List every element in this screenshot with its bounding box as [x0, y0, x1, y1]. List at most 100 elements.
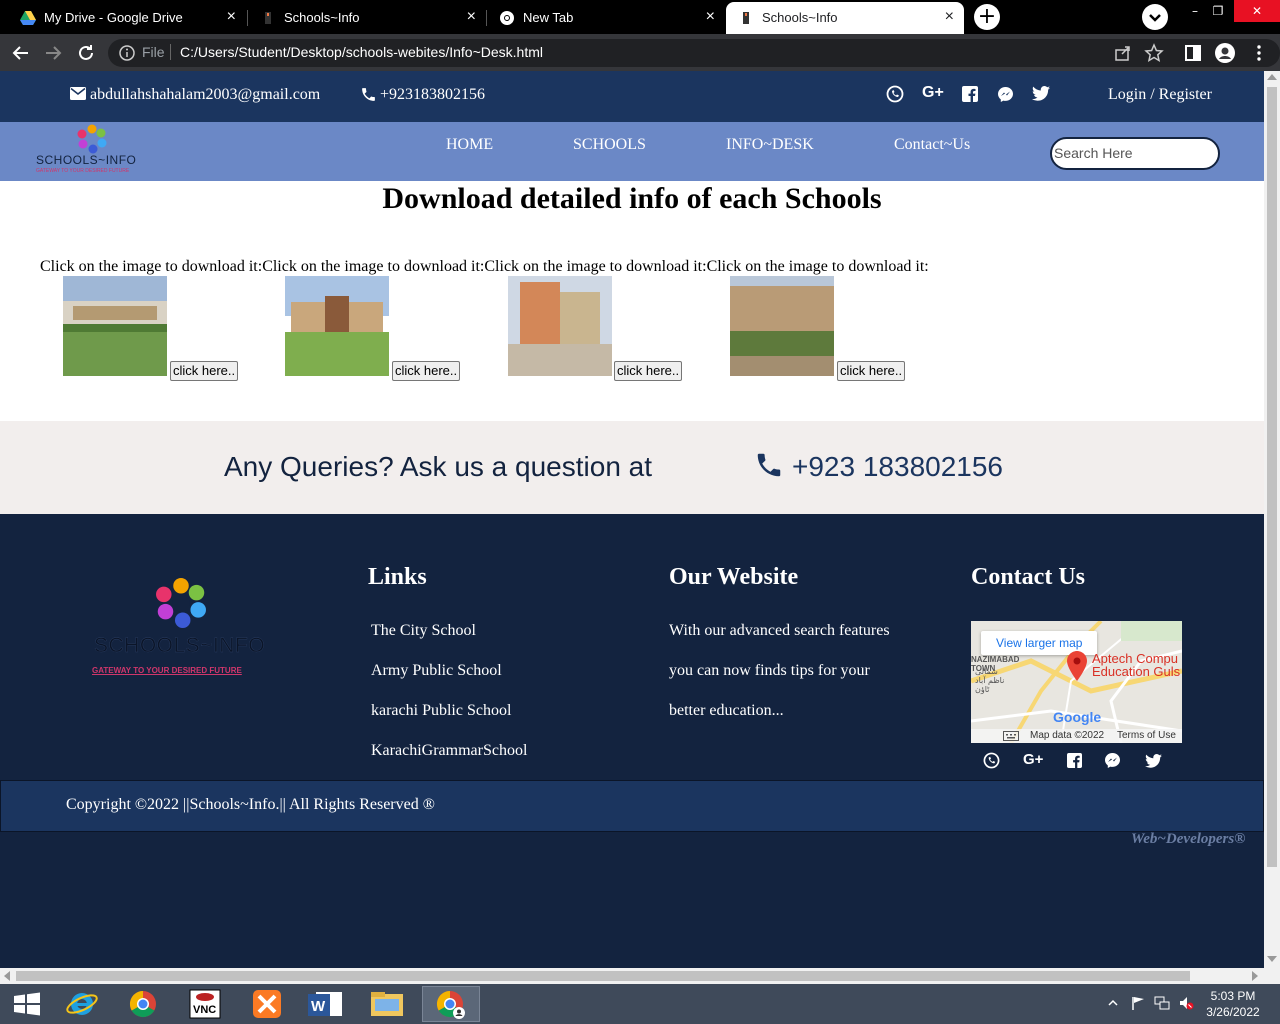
profile-icon[interactable] [1214, 42, 1236, 64]
footer-logo-tagline: GATEWAY TO YOUR DESIRED FUTURE [92, 666, 242, 675]
close-icon[interactable]: × [467, 8, 476, 26]
vertical-scrollbar[interactable] [1264, 71, 1280, 968]
system-clock[interactable]: 5:03 PM 3/26/2022 [1200, 988, 1266, 1020]
tab-schools-info[interactable]: Schools~Info × [248, 2, 486, 34]
close-icon[interactable]: × [945, 8, 954, 26]
new-tab-button[interactable]: + [974, 4, 1000, 30]
scroll-right-arrow-icon[interactable] [1252, 971, 1258, 981]
close-icon[interactable]: × [706, 8, 715, 26]
word-icon[interactable]: W [298, 986, 354, 1022]
svg-text:VNC: VNC [193, 1004, 216, 1016]
footer-link-karachi-public-school[interactable]: karachi Public School [371, 702, 511, 720]
scheme-label: File [142, 44, 165, 60]
document-icon [265, 12, 271, 24]
search-input[interactable]: Search Here [1050, 137, 1220, 170]
volume-muted-icon[interactable] [1178, 995, 1194, 1011]
network-icon[interactable] [1154, 995, 1170, 1011]
phone-number[interactable]: +923183802156 [380, 86, 485, 104]
tab-schools-info-active[interactable]: Schools~Info × [726, 2, 964, 34]
close-icon[interactable]: × [227, 8, 236, 26]
scroll-up-arrow-icon[interactable] [1267, 74, 1277, 80]
map-data-label: Map data ©2022 [1030, 730, 1105, 741]
envelope-icon [70, 87, 86, 100]
bookmark-star-icon[interactable] [1143, 42, 1165, 64]
messenger-icon[interactable] [1104, 752, 1121, 769]
forward-icon[interactable] [42, 42, 64, 64]
horizontal-scrollbar[interactable] [0, 968, 1280, 984]
logo-tagline: GATEWAY TO YOUR DESIRED FUTURE [36, 168, 130, 174]
internet-explorer-icon[interactable] [54, 986, 110, 1022]
svg-text:W: W [311, 998, 326, 1015]
google-plus-icon[interactable]: G+ [922, 84, 944, 102]
info-icon[interactable] [116, 42, 138, 64]
main-navbar: SCHOOLS~INFO GATEWAY TO YOUR DESIRED FUT… [0, 122, 1264, 181]
messenger-icon[interactable] [997, 86, 1014, 103]
email-link[interactable]: abdullahshahalam2003@gmail.com [90, 86, 320, 104]
site-logo[interactable]: SCHOOLS~INFO GATEWAY TO YOUR DESIRED FUT… [36, 124, 150, 176]
nav-home[interactable]: HOME [446, 136, 493, 154]
tab-search-button[interactable] [1142, 4, 1168, 30]
google-plus-icon[interactable]: G+ [1023, 751, 1043, 768]
start-icon[interactable] [0, 986, 56, 1022]
download-button-1[interactable]: click here.. [170, 361, 239, 381]
side-panel-icon[interactable] [1182, 42, 1204, 64]
facebook-icon[interactable] [962, 86, 978, 102]
nav-schools[interactable]: SCHOOLS [573, 136, 646, 154]
footer-link-army-public-school[interactable]: Army Public School [371, 662, 502, 680]
twitter-icon[interactable] [1145, 754, 1162, 768]
view-larger-map-link[interactable]: View larger map [996, 636, 1082, 650]
footer-link-karachi-grammar-school[interactable]: KarachiGrammarSchool [371, 742, 527, 760]
contact-topbar: abdullahshahalam2003@gmail.com +92318380… [0, 71, 1264, 122]
clock-time: 5:03 PM [1210, 989, 1256, 1003]
more-menu-icon[interactable] [1248, 42, 1270, 64]
facebook-icon[interactable] [1067, 753, 1082, 768]
links-heading: Links [368, 564, 427, 590]
queries-phone[interactable]: +923 183802156 [792, 451, 1003, 483]
chrome-profile-icon[interactable] [422, 986, 478, 1022]
show-hidden-icons-icon[interactable] [1107, 998, 1119, 1008]
nav-contact-us[interactable]: Contact~Us [894, 136, 970, 154]
map-area-urdu: شمالی ناظم آباد ٹاؤن [975, 667, 1005, 694]
nav-info-desk[interactable]: INFO~DESK [726, 136, 814, 154]
school-image-4[interactable] [730, 276, 834, 376]
download-button-2[interactable]: click here.. [392, 361, 461, 381]
footer-logo: SCHOOLS~INFO GATEWAY TO YOUR DESIRED FUT… [92, 571, 272, 681]
tab-title: New Tab [523, 10, 574, 25]
footer-link-city-school[interactable]: The City School [371, 622, 476, 640]
scroll-down-arrow-icon[interactable] [1267, 956, 1277, 962]
login-register-link[interactable]: Login / Register [1108, 86, 1212, 104]
url-text[interactable]: C:/Users/Student/Desktop/schools-webites… [180, 44, 543, 60]
map-terms-link[interactable]: Terms of Use [1117, 730, 1176, 741]
flag-icon[interactable] [1130, 995, 1146, 1011]
reload-icon[interactable] [75, 42, 97, 64]
back-icon[interactable] [10, 42, 32, 64]
maximize-button[interactable]: ❐ [1203, 0, 1233, 22]
copyright-text: Copyright ©2022 ||Schools~Info.|| All Ri… [66, 796, 435, 813]
vertical-scroll-thumb[interactable] [1267, 87, 1277, 867]
scroll-left-arrow-icon[interactable] [4, 971, 10, 981]
contact-us-heading: Contact Us [971, 564, 1085, 590]
school-image-2[interactable] [285, 276, 389, 376]
xampp-icon[interactable] [239, 986, 295, 1022]
keyboard-icon[interactable] [1003, 731, 1019, 741]
vnc-viewer-icon[interactable]: VNC [177, 986, 233, 1022]
viber-icon[interactable] [886, 85, 904, 103]
tab-new-tab[interactable]: New Tab × [487, 2, 725, 34]
download-button-4[interactable]: click here.. [837, 361, 906, 381]
download-button-3[interactable]: click here.. [614, 361, 683, 381]
twitter-icon[interactable] [1032, 86, 1050, 101]
school-image-1[interactable] [63, 276, 167, 376]
file-explorer-icon[interactable] [359, 986, 415, 1022]
queries-text: Any Queries? Ask us a question at [224, 451, 653, 482]
address-divider [170, 44, 171, 60]
chrome-icon[interactable] [115, 986, 171, 1022]
downloads-section [0, 181, 1264, 421]
google-map-embed[interactable]: View larger map NAZIMABAD TOWN شمالی ناظ… [971, 621, 1182, 743]
share-icon[interactable] [1112, 42, 1134, 64]
horizontal-scroll-thumb[interactable] [16, 971, 1190, 981]
window-close-button[interactable]: ✕ [1234, 0, 1280, 22]
map-pin-icon[interactable] [1067, 651, 1087, 681]
tab-google-drive[interactable]: My Drive - Google Drive × [8, 2, 246, 34]
viber-icon[interactable] [983, 752, 1000, 769]
school-image-3[interactable] [508, 276, 612, 376]
